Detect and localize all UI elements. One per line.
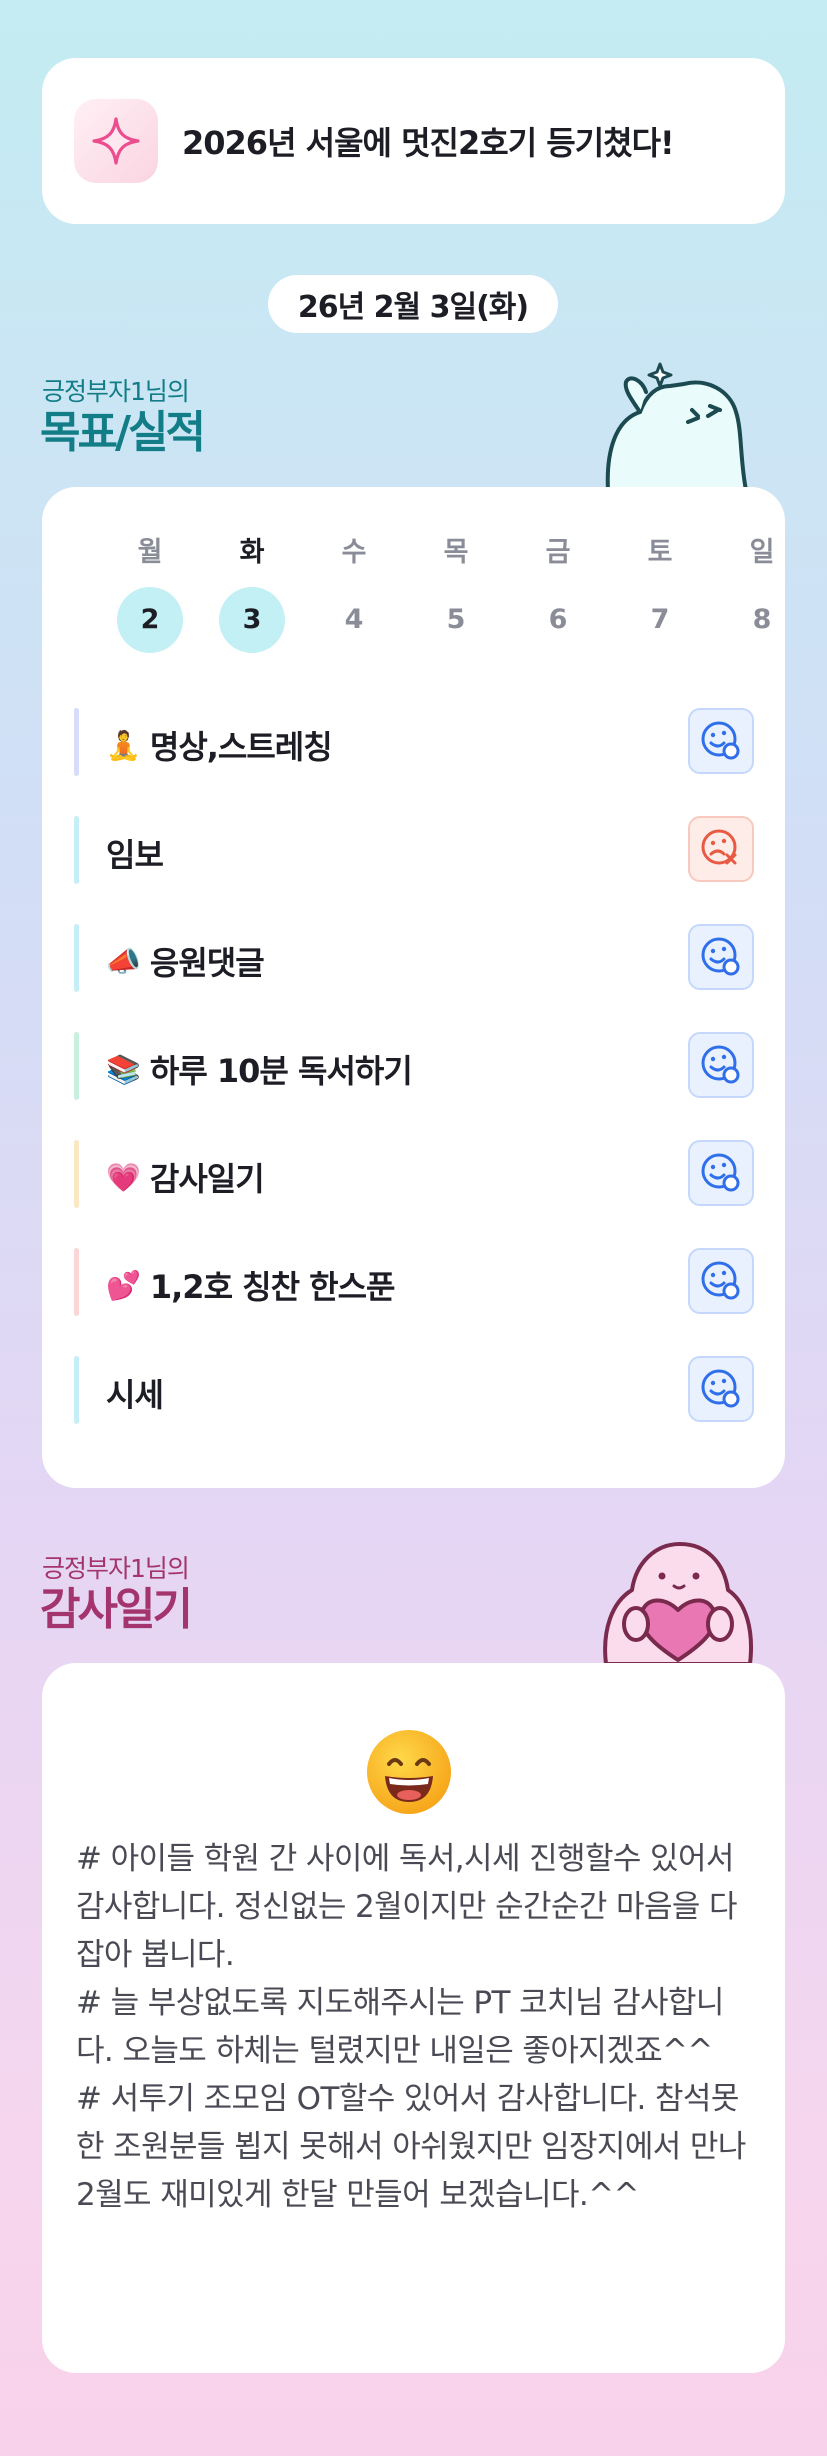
task-label: 명상,스트레칭 bbox=[149, 728, 333, 766]
task-label-group: 시세 bbox=[106, 1370, 164, 1416]
task-row[interactable]: 📚 하루 10분 독서하기 bbox=[74, 1032, 754, 1100]
task-color-bar bbox=[74, 708, 79, 776]
day-name: 토 bbox=[647, 537, 673, 568]
day-name: 월 bbox=[137, 537, 163, 568]
task-row[interactable]: 🧘 명상,스트레칭 bbox=[74, 708, 754, 776]
task-label: 임보 bbox=[106, 836, 164, 874]
smile-check-icon bbox=[701, 1153, 740, 1192]
goals-section-title: 목표/실적 bbox=[40, 407, 206, 458]
day-mon[interactable]: 월 2 bbox=[115, 535, 185, 653]
day-number: 5 bbox=[446, 604, 466, 635]
task-color-bar bbox=[74, 924, 79, 992]
sad-x-icon bbox=[701, 829, 737, 865]
two-hearts-icon: 💕 bbox=[106, 1268, 141, 1302]
day-number: 3 bbox=[219, 587, 285, 653]
day-name: 금 bbox=[545, 537, 571, 568]
task-color-bar bbox=[74, 1140, 79, 1208]
day-wed[interactable]: 수 4 bbox=[319, 535, 389, 653]
smile-check-icon bbox=[701, 1261, 740, 1300]
task-label: 감사일기 bbox=[149, 1160, 265, 1198]
task-label-group: 📚 하루 10분 독서하기 bbox=[106, 1046, 413, 1092]
smile-check-icon bbox=[701, 1045, 740, 1084]
task-color-bar bbox=[74, 1356, 79, 1424]
gratitude-diary-card[interactable]: # 아이들 학원 간 사이에 독서,시세 진행할수 있어서 감사합니다. 정신없… bbox=[42, 1663, 785, 2373]
grinning-face-icon bbox=[367, 1730, 451, 1814]
task-row[interactable]: 💕 1,2호 칭찬 한스푼 bbox=[74, 1248, 754, 1316]
diary-text: # 아이들 학원 간 사이에 독서,시세 진행할수 있어서 감사합니다. 정신없… bbox=[76, 1841, 746, 2213]
task-label: 1,2호 칭찬 한스푼 bbox=[149, 1268, 396, 1306]
task-label-group: 📣 응원댓글 bbox=[106, 938, 265, 984]
status-done-button[interactable] bbox=[688, 1356, 754, 1422]
megaphone-icon: 📣 bbox=[106, 944, 141, 978]
day-name: 화 bbox=[239, 537, 265, 568]
meditation-icon: 🧘 bbox=[106, 728, 141, 762]
task-row[interactable]: 시세 bbox=[74, 1356, 754, 1424]
day-number: 7 bbox=[650, 604, 670, 635]
heart-hug-mascot-icon bbox=[603, 1542, 753, 1664]
status-done-button[interactable] bbox=[688, 1248, 754, 1314]
waving-mascot-icon bbox=[605, 362, 748, 490]
smile-check-icon bbox=[701, 1369, 740, 1408]
task-color-bar bbox=[74, 816, 79, 884]
task-label-group: 🧘 명상,스트레칭 bbox=[106, 722, 333, 768]
status-done-button[interactable] bbox=[688, 1032, 754, 1098]
sparkle-icon bbox=[74, 99, 158, 183]
goals-card: 월 2 화 3 수 4 목 5 금 6 토 7 일 8 🧘 명상,스트레칭 임보… bbox=[42, 487, 785, 1488]
day-tue[interactable]: 화 3 bbox=[217, 535, 287, 653]
books-icon: 📚 bbox=[106, 1052, 141, 1086]
pink-heart-icon: 💗 bbox=[106, 1160, 141, 1194]
task-label: 하루 10분 독서하기 bbox=[149, 1052, 413, 1090]
day-name: 일 bbox=[749, 537, 775, 568]
status-missed-button[interactable] bbox=[688, 816, 754, 882]
task-label-group: 💕 1,2호 칭찬 한스푼 bbox=[106, 1262, 396, 1308]
goal-text: 2026년 서울에 멋진2호기 등기쳤다! bbox=[182, 124, 675, 162]
day-thu[interactable]: 목 5 bbox=[421, 535, 491, 653]
day-number: 2 bbox=[117, 587, 183, 653]
task-label-group: 임보 bbox=[106, 830, 164, 876]
goal-banner[interactable]: 2026년 서울에 멋진2호기 등기쳤다! bbox=[42, 58, 785, 224]
task-label: 시세 bbox=[106, 1376, 164, 1414]
task-row[interactable]: 📣 응원댓글 bbox=[74, 924, 754, 992]
status-done-button[interactable] bbox=[688, 708, 754, 774]
day-number: 4 bbox=[344, 604, 364, 635]
day-sat[interactable]: 토 7 bbox=[625, 535, 695, 653]
task-label: 응원댓글 bbox=[149, 944, 265, 982]
task-color-bar bbox=[74, 1032, 79, 1100]
day-sun[interactable]: 일 8 bbox=[727, 535, 797, 653]
task-color-bar bbox=[74, 1248, 79, 1316]
day-name: 수 bbox=[341, 537, 367, 568]
task-row[interactable]: 💗 감사일기 bbox=[74, 1140, 754, 1208]
week-calendar: 월 2 화 3 수 4 목 5 금 6 토 7 일 8 bbox=[42, 535, 785, 653]
diary-section-title: 감사일기 bbox=[40, 1584, 193, 1635]
status-done-button[interactable] bbox=[688, 924, 754, 990]
task-row[interactable]: 임보 bbox=[74, 816, 754, 884]
day-fri[interactable]: 금 6 bbox=[523, 535, 593, 653]
day-number: 8 bbox=[752, 604, 772, 635]
status-done-button[interactable] bbox=[688, 1140, 754, 1206]
date-label[interactable]: 26년 2월 3일(화) bbox=[268, 275, 558, 333]
smile-check-icon bbox=[701, 937, 740, 976]
smile-check-icon bbox=[701, 721, 740, 760]
day-number: 6 bbox=[548, 604, 568, 635]
task-label-group: 💗 감사일기 bbox=[106, 1154, 265, 1200]
day-name: 목 bbox=[443, 537, 469, 568]
